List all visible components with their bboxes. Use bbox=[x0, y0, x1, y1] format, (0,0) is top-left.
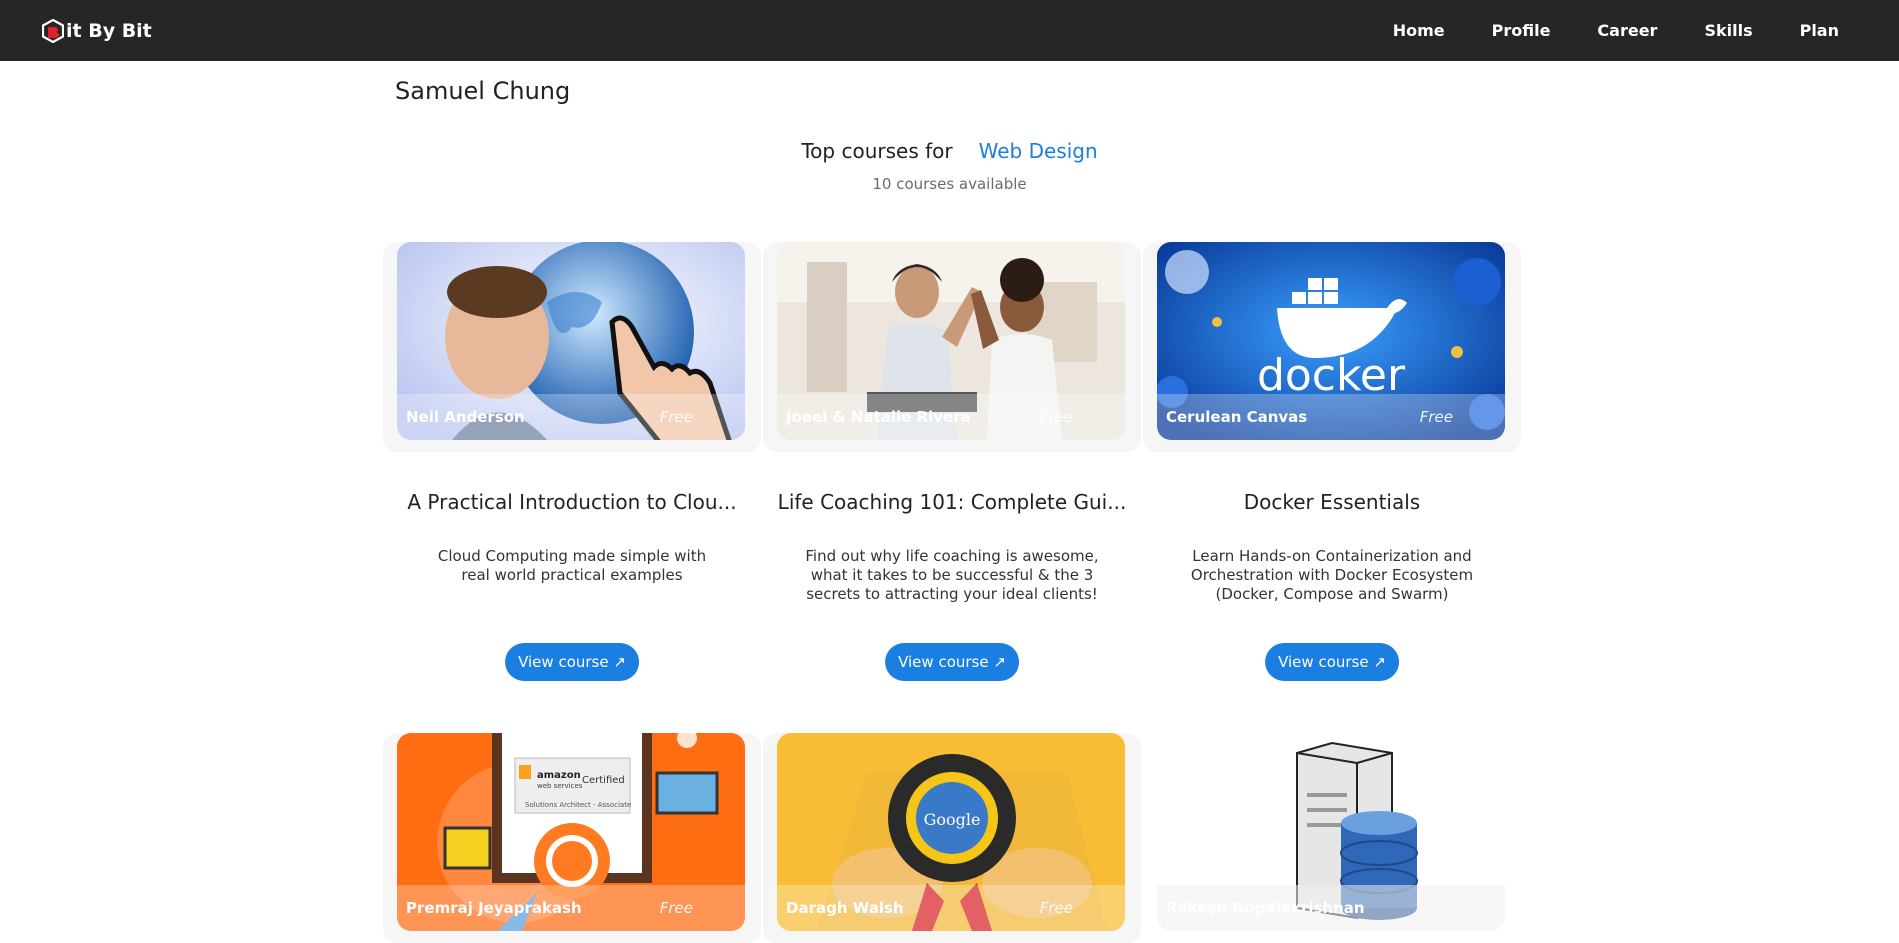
instructor-name: Neil Anderson bbox=[406, 408, 525, 426]
course-thumbnail-frame: Joeel & Natalie Rivera Free bbox=[763, 242, 1141, 452]
aws-brand-text: amazon bbox=[537, 770, 581, 781]
thumbnail-overlay: Premraj Jeyaprakash Free bbox=[397, 885, 745, 931]
view-course-button[interactable]: View course ↗ bbox=[885, 643, 1019, 681]
nav-home[interactable]: Home bbox=[1393, 21, 1445, 40]
nav-links: Home Profile Career Skills Plan bbox=[1346, 21, 1839, 40]
view-course-button[interactable]: View course ↗ bbox=[505, 643, 639, 681]
course-thumbnail[interactable]: Neil Anderson Free bbox=[397, 242, 745, 440]
course-thumbnail[interactable]: Joeel & Natalie Rivera Free bbox=[777, 242, 1125, 440]
course-description: Cloud Computing made simple with real wo… bbox=[437, 547, 707, 584]
course-title[interactable]: A Practical Introduction to Clou... bbox=[383, 490, 761, 514]
course-price: Free bbox=[659, 408, 693, 426]
course-price: Free bbox=[659, 899, 693, 917]
course-thumbnail[interactable]: amazon web services Certified Solutions … bbox=[397, 733, 745, 931]
course-thumbnail-frame: Rakesh Gopalakrishnan bbox=[1143, 733, 1521, 943]
courses-count: 10 courses available bbox=[872, 175, 1027, 193]
instructor-name: Rakesh Gopalakrishnan bbox=[1166, 899, 1365, 917]
course-description: Learn Hands-on Containerization and Orch… bbox=[1190, 547, 1474, 603]
course-thumbnail[interactable]: Google Daragh Walsh Free bbox=[777, 733, 1125, 931]
nav-profile[interactable]: Profile bbox=[1492, 21, 1551, 40]
course-title[interactable]: Life Coaching 101: Complete Gui... bbox=[763, 490, 1141, 514]
course-thumbnail-frame: docker Cerulean Canvas Free bbox=[1143, 242, 1521, 452]
heading-topic: Web Design bbox=[978, 139, 1098, 163]
course-price: Free bbox=[1039, 899, 1073, 917]
thumbnail-overlay: Joeel & Natalie Rivera Free bbox=[777, 394, 1125, 440]
course-thumbnail-frame: Neil Anderson Free bbox=[383, 242, 761, 452]
nav-plan[interactable]: Plan bbox=[1800, 21, 1839, 40]
cube-b-logo-icon bbox=[42, 18, 64, 43]
course-thumbnail[interactable]: Rakesh Gopalakrishnan bbox=[1157, 733, 1505, 931]
brand[interactable]: it By Bit bbox=[42, 18, 152, 43]
user-name: Samuel Chung bbox=[395, 77, 571, 105]
course-thumbnail-frame: Google Daragh Walsh Free bbox=[763, 733, 1141, 943]
aws-sub-text: web services bbox=[537, 782, 583, 790]
view-course-button[interactable]: View course ↗ bbox=[1265, 643, 1399, 681]
courses-heading: Top courses for Web Design bbox=[0, 139, 1899, 163]
thumbnail-overlay: Rakesh Gopalakrishnan bbox=[1157, 885, 1505, 931]
instructor-name: Joeel & Natalie Rivera bbox=[786, 408, 971, 426]
course-description: Find out why life coaching is awesome, w… bbox=[805, 547, 1099, 603]
instructor-name: Daragh Walsh bbox=[786, 899, 904, 917]
thumbnail-overlay: Cerulean Canvas Free bbox=[1157, 394, 1505, 440]
nav-skills[interactable]: Skills bbox=[1704, 21, 1752, 40]
course-thumbnail-frame: amazon web services Certified Solutions … bbox=[383, 733, 761, 943]
thumbnail-overlay: Neil Anderson Free bbox=[397, 394, 745, 440]
instructor-name: Cerulean Canvas bbox=[1166, 408, 1308, 426]
nav-career[interactable]: Career bbox=[1597, 21, 1657, 40]
course-price: Free bbox=[1039, 408, 1073, 426]
top-navbar: it By Bit Home Profile Career Skills Pla… bbox=[0, 0, 1899, 61]
brand-name: it By Bit bbox=[66, 19, 152, 42]
course-price: Free bbox=[1419, 408, 1453, 426]
main-content: Samuel Chung Top courses for Web Design 1… bbox=[0, 61, 1899, 943]
course-thumbnail[interactable]: docker Cerulean Canvas Free bbox=[1157, 242, 1505, 440]
aws-certified-text: Certified bbox=[582, 775, 625, 786]
heading-prefix: Top courses for bbox=[801, 139, 953, 163]
aws-role-text: Solutions Architect - Associate bbox=[525, 801, 631, 809]
course-title[interactable]: Docker Essentials bbox=[1143, 490, 1521, 514]
instructor-name: Premraj Jeyaprakash bbox=[406, 899, 582, 917]
google-seal-text: Google bbox=[924, 810, 981, 829]
thumbnail-overlay: Daragh Walsh Free bbox=[777, 885, 1125, 931]
